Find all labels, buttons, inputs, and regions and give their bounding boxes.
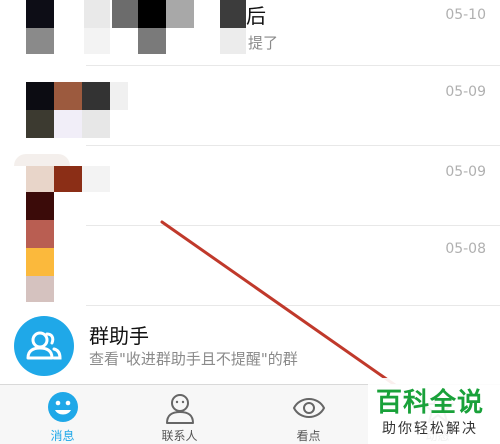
tab-discover[interactable]: 看点	[246, 385, 371, 444]
watermark-title: 百科全说	[376, 388, 485, 418]
watermark-subtitle: 助你轻松解决	[382, 421, 478, 437]
contact-person-icon	[166, 394, 194, 424]
tab-contacts[interactable]: 联系人	[117, 385, 242, 444]
tab-label: 看点	[296, 429, 321, 443]
tab-label: 消息	[50, 429, 75, 443]
tab-label: 联系人	[161, 429, 198, 443]
eye-icon	[292, 398, 326, 418]
watermark: 百科全说 助你轻松解决	[368, 378, 500, 444]
tab-messages[interactable]: 消息	[0, 385, 125, 444]
smiley-chat-icon	[48, 392, 78, 422]
